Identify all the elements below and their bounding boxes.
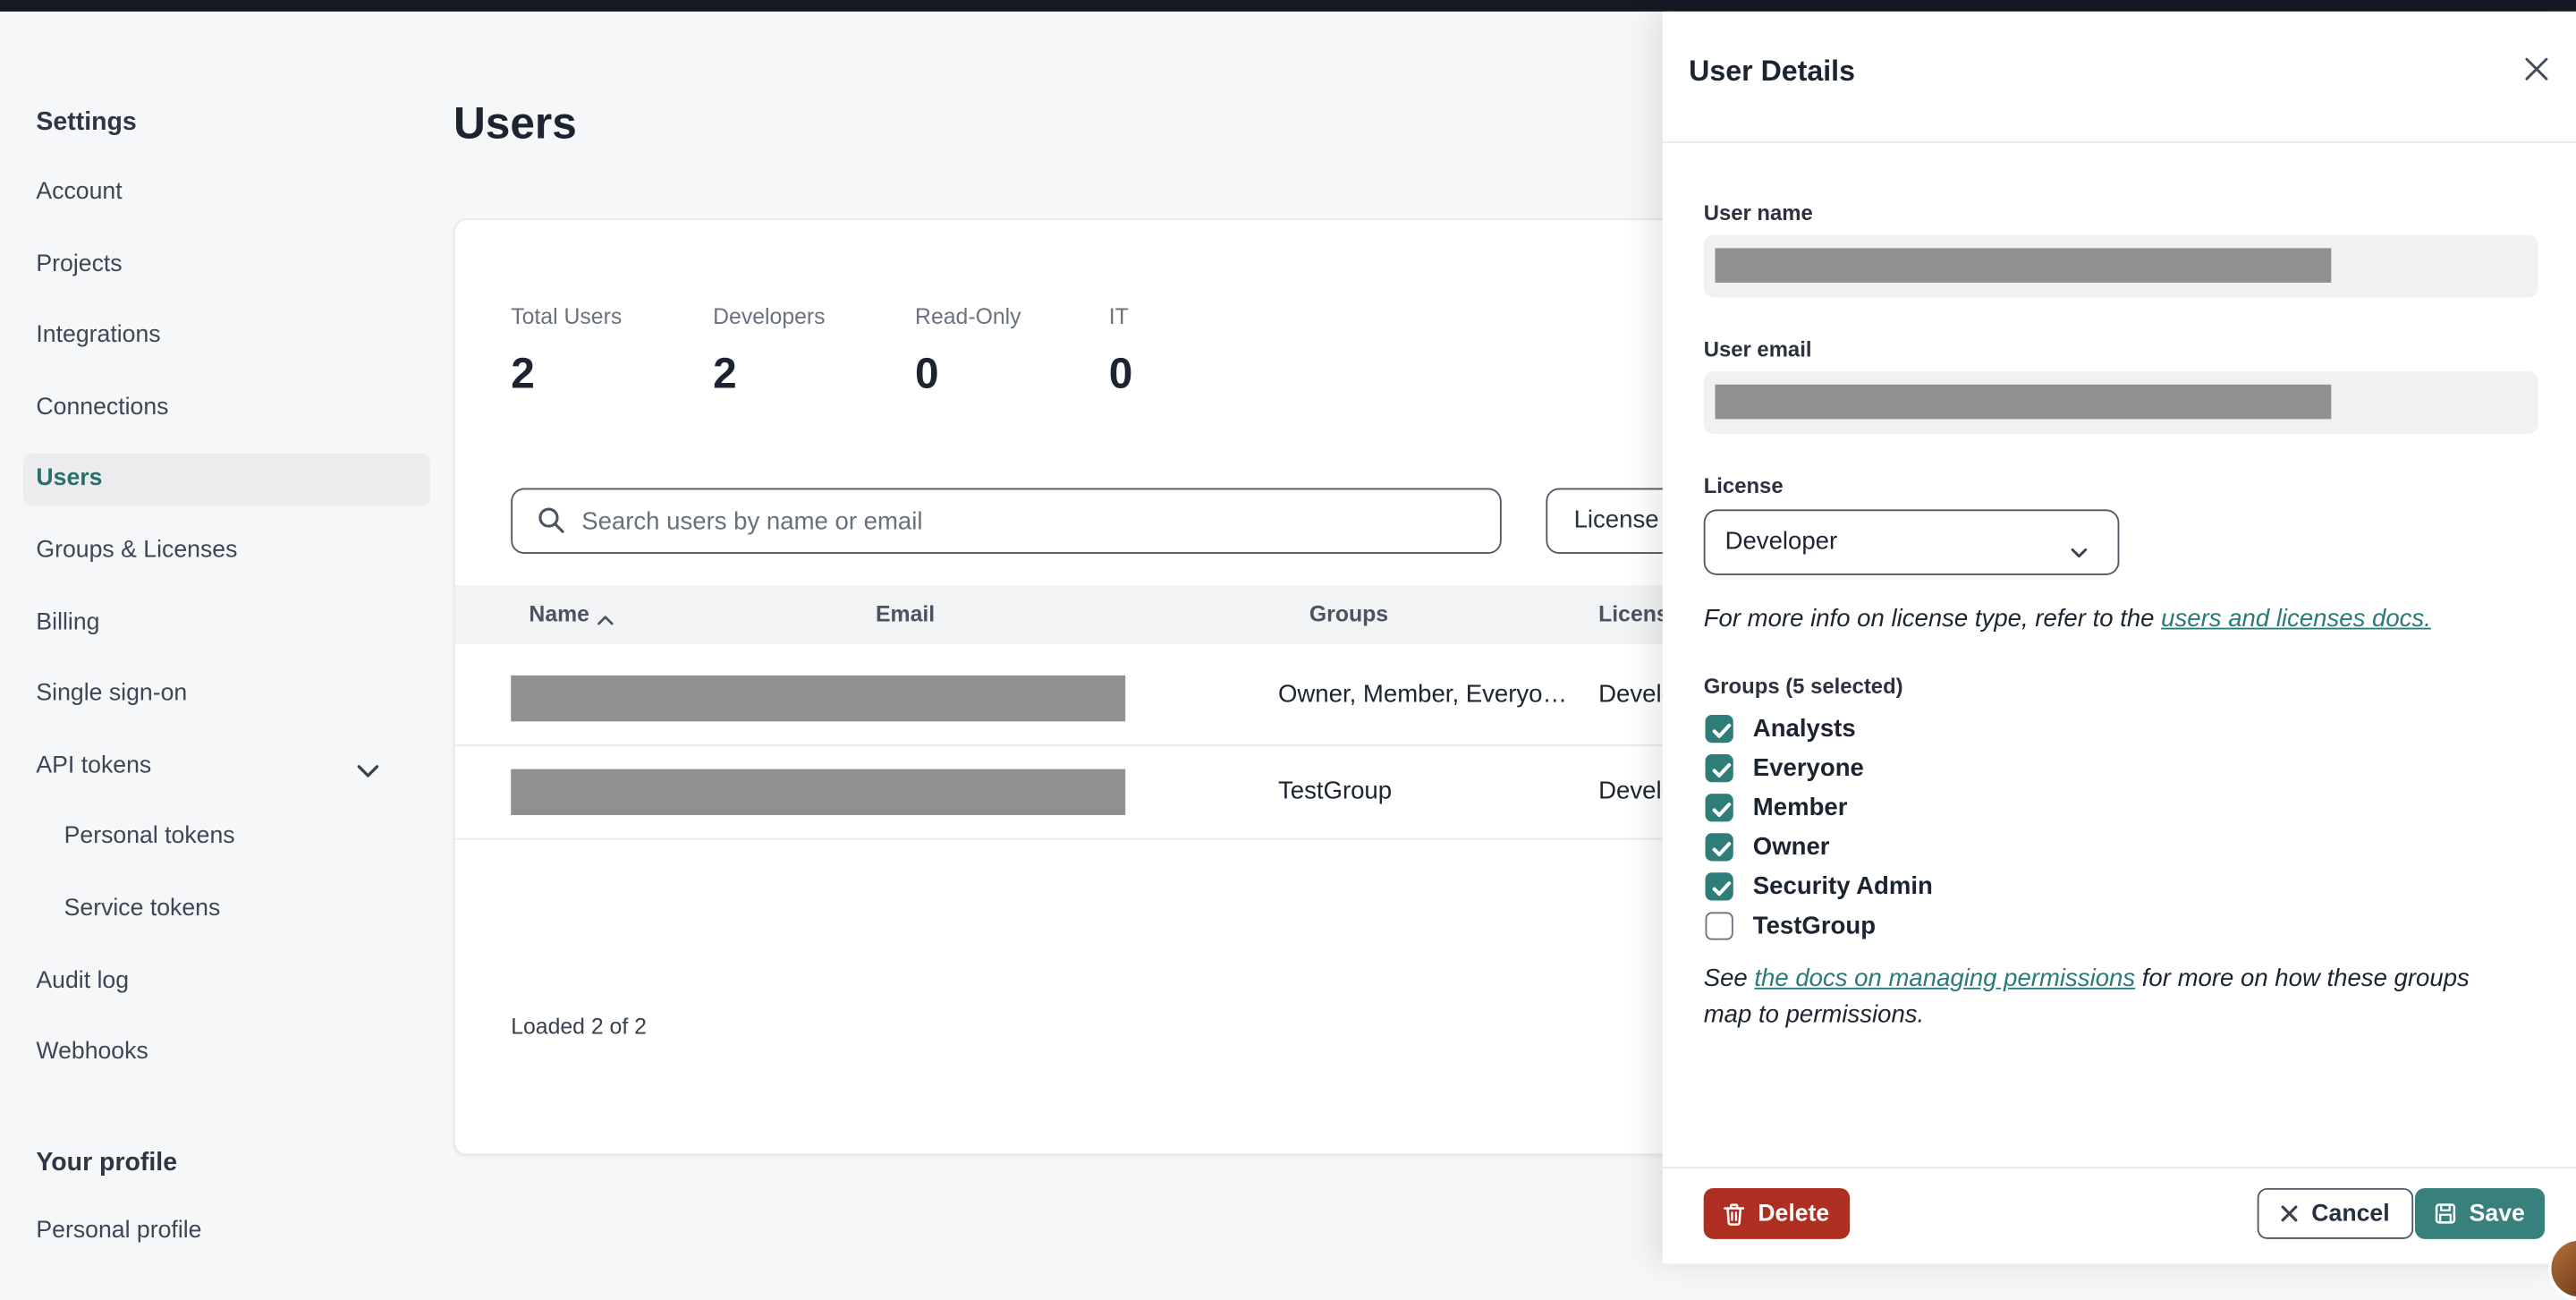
stat-developers-label: Developers xyxy=(713,303,826,329)
loaded-status: Loaded 2 of 2 xyxy=(511,1014,647,1039)
user-email-field[interactable] xyxy=(1703,371,2538,434)
your-profile-heading: Your profile xyxy=(36,1148,178,1177)
checkbox-member[interactable] xyxy=(1705,794,1733,822)
chevron-down-icon xyxy=(2070,538,2088,567)
license-select[interactable]: Developer xyxy=(1703,509,2120,575)
page-title: Users xyxy=(453,98,577,149)
sidebar-item-billing[interactable]: Billing xyxy=(36,609,99,635)
top-bar xyxy=(0,0,2576,12)
chevron-down-icon[interactable] xyxy=(357,758,380,787)
stat-read-only-value: 0 xyxy=(915,348,939,398)
sidebar-item-integrations[interactable]: Integrations xyxy=(36,322,160,348)
drawer-footer-divider xyxy=(1662,1167,2576,1168)
sidebar-item-projects[interactable]: Projects xyxy=(36,251,122,277)
license-info-text: For more info on license type, refer to … xyxy=(1704,601,2431,637)
sidebar-item-personal-tokens[interactable]: Personal tokens xyxy=(64,823,235,849)
column-header-groups[interactable]: Groups xyxy=(1309,601,1388,626)
user-email-label: User email xyxy=(1703,336,1812,362)
stat-developers-value: 2 xyxy=(713,348,737,398)
column-header-email[interactable]: Email xyxy=(876,601,935,626)
sidebar-item-audit-log[interactable]: Audit log xyxy=(36,968,129,994)
redacted-name-email xyxy=(511,675,1126,722)
save-button-label: Save xyxy=(2469,1200,2525,1228)
search-icon xyxy=(538,506,567,544)
checkbox-label: Member xyxy=(1752,794,1848,822)
drawer-header-divider xyxy=(1662,140,2576,143)
save-icon xyxy=(2435,1202,2456,1224)
sidebar-item-personal-profile[interactable]: Personal profile xyxy=(36,1218,201,1244)
delete-button-label: Delete xyxy=(1758,1200,1830,1228)
groups-cell: Owner, Member, Everyo… xyxy=(1277,680,1568,709)
sidebar-item-service-tokens[interactable]: Service tokens xyxy=(64,896,221,922)
redacted-user-email xyxy=(1715,384,2332,420)
drawer-title: User Details xyxy=(1689,54,1855,88)
checkbox-owner[interactable] xyxy=(1705,833,1733,862)
sidebar-item-account[interactable]: Account xyxy=(36,179,122,205)
managing-permissions-docs-link[interactable]: the docs on managing permissions xyxy=(1754,964,2135,992)
redacted-user-name xyxy=(1715,248,2332,283)
cancel-button-label: Cancel xyxy=(2311,1200,2390,1228)
license-info-prefix: For more info on license type, refer to … xyxy=(1703,604,2162,633)
checkbox-everyone[interactable] xyxy=(1705,754,1733,783)
sidebar-item-api-tokens[interactable]: API tokens xyxy=(36,752,151,778)
checkbox-label: Security Admin xyxy=(1752,872,1933,901)
cancel-button[interactable]: Cancel xyxy=(2257,1187,2413,1239)
settings-heading: Settings xyxy=(36,108,137,137)
redacted-name-email xyxy=(511,769,1126,816)
x-icon xyxy=(2280,1204,2298,1222)
note-prefix: See xyxy=(1703,964,1755,993)
license-filter-label: License xyxy=(1573,506,1659,534)
stat-it-value: 0 xyxy=(1108,348,1133,398)
close-icon[interactable] xyxy=(2523,55,2549,90)
users-licenses-docs-link[interactable]: users and licenses docs. xyxy=(2161,605,2431,633)
checkbox-label: Owner xyxy=(1752,833,1830,862)
checkbox-label: TestGroup xyxy=(1752,912,1877,940)
checkbox-label: Analysts xyxy=(1752,714,1856,743)
stat-read-only-label: Read-Only xyxy=(915,303,1021,329)
user-name-field[interactable] xyxy=(1703,234,2538,298)
user-name-label: User name xyxy=(1703,200,1813,225)
checkbox-security-admin[interactable] xyxy=(1705,872,1733,901)
sidebar-item-groups-licenses[interactable]: Groups & Licenses xyxy=(36,538,237,564)
search-input[interactable] xyxy=(578,489,1489,554)
app-root: Settings Account Projects Integrations C… xyxy=(0,0,2576,1300)
stat-it-label: IT xyxy=(1108,303,1129,329)
stat-total-users-label: Total Users xyxy=(511,303,623,329)
search-users-box xyxy=(511,488,1502,554)
sidebar-item-users-label: Users xyxy=(36,464,103,492)
trash-icon xyxy=(1724,1202,1745,1226)
sidebar-item-connections[interactable]: Connections xyxy=(36,395,168,421)
sidebar-item-webhooks[interactable]: Webhooks xyxy=(36,1039,148,1065)
permissions-note: See the docs on managing permissions for… xyxy=(1704,961,2515,1033)
checkbox-testgroup[interactable] xyxy=(1705,912,1733,940)
sort-asc-icon[interactable] xyxy=(597,605,614,634)
delete-button[interactable]: Delete xyxy=(1703,1187,1850,1239)
groups-selected-label: Groups (5 selected) xyxy=(1703,674,1903,699)
license-label: License xyxy=(1703,472,1784,498)
user-details-drawer: User Details User name User email Licens… xyxy=(1662,11,2576,1264)
sidebar-item-users[interactable]: Users xyxy=(22,453,431,506)
checkbox-analysts[interactable] xyxy=(1705,714,1733,743)
groups-cell: TestGroup xyxy=(1277,777,1393,806)
save-button[interactable]: Save xyxy=(2415,1187,2545,1239)
sidebar-item-single-sign-on[interactable]: Single sign-on xyxy=(36,680,187,706)
stat-total-users-value: 2 xyxy=(511,348,535,398)
license-select-value: Developer xyxy=(1724,527,1838,556)
column-header-name[interactable]: Name xyxy=(529,601,589,626)
checkbox-label: Everyone xyxy=(1752,754,1864,783)
